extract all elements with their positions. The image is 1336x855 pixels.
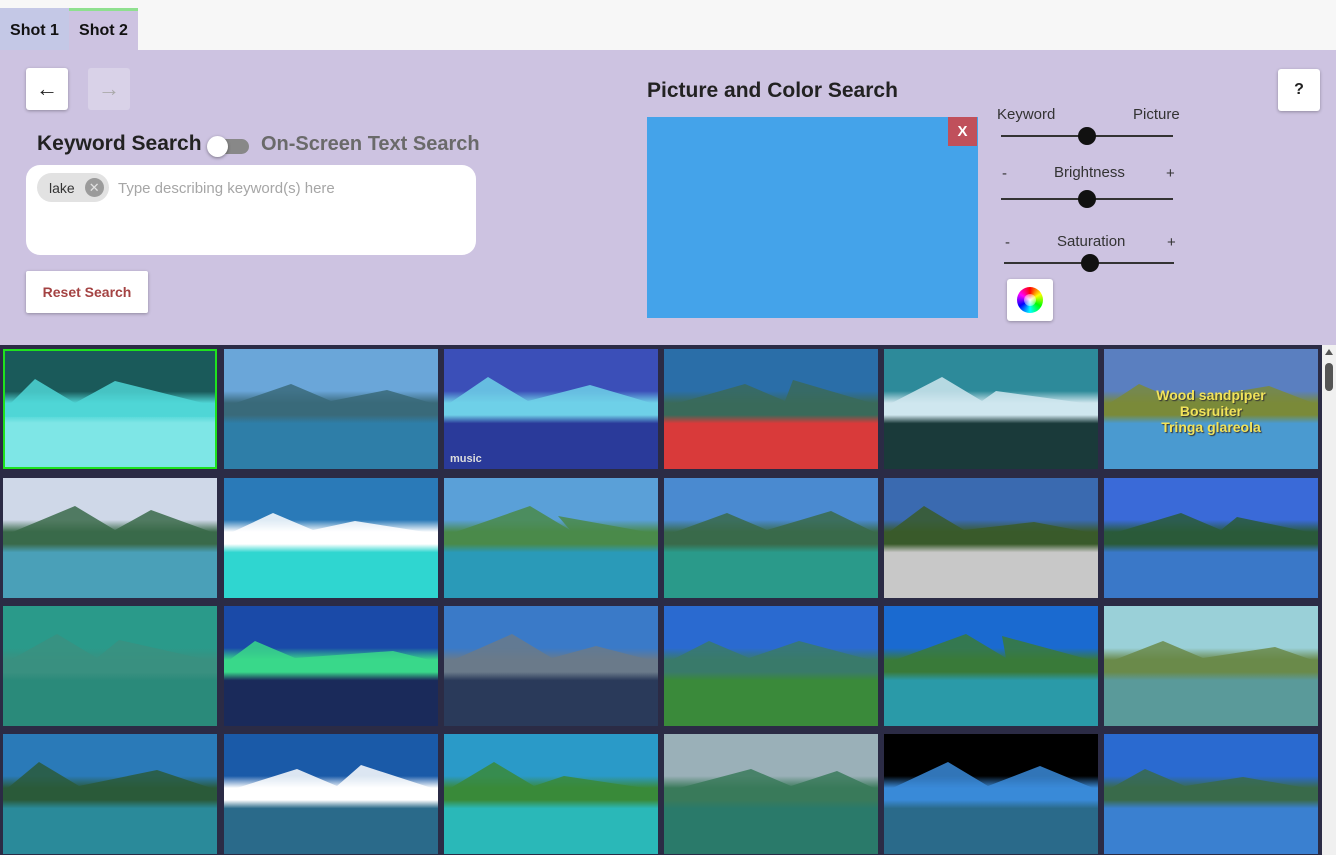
thumbnail-scene	[664, 641, 878, 672]
on-screen-text-search-title: On-Screen Text Search	[261, 133, 480, 155]
thumbnail-scene	[444, 762, 658, 800]
result-thumbnail[interactable]	[3, 478, 217, 598]
blend-slider-right-label: Picture	[1133, 106, 1180, 123]
arrow-right-icon: →	[98, 76, 120, 101]
result-thumbnail[interactable]	[444, 478, 658, 598]
thumbnail-scene	[444, 634, 658, 672]
thumbnail-scene	[224, 641, 438, 672]
keyword-input[interactable]	[116, 175, 460, 202]
result-thumbnail[interactable]	[1104, 478, 1318, 598]
tab-shot-2[interactable]: Shot 2	[69, 8, 138, 50]
result-thumbnail[interactable]	[3, 349, 217, 469]
result-thumbnail[interactable]: Wood sandpiper Bosruiter Tringa glareola	[1104, 349, 1318, 469]
result-thumbnail[interactable]	[1104, 606, 1318, 726]
brightness-plus-label: +	[1166, 165, 1175, 182]
thumbnail-scene	[884, 377, 1098, 415]
saturation-minus-label: -	[1005, 234, 1010, 251]
keyword-input-box[interactable]: lake ✕	[26, 165, 476, 255]
thumbnail-overlay-text: Wood sandpiper Bosruiter Tringa glareola	[1104, 387, 1318, 435]
result-thumbnail[interactable]	[664, 606, 878, 726]
brightness-minus-label: -	[1002, 165, 1007, 182]
clear-canvas-button[interactable]: X	[948, 117, 977, 146]
keyword-chip: lake ✕	[37, 173, 109, 202]
tab-shot-1[interactable]: Shot 1	[0, 8, 69, 50]
scroll-up-icon[interactable]	[1325, 349, 1333, 355]
result-thumbnail[interactable]	[1104, 734, 1318, 854]
color-sketch-canvas[interactable]	[647, 117, 978, 318]
brightness-slider-thumb[interactable]	[1078, 190, 1096, 208]
results-scrollbar[interactable]	[1322, 345, 1336, 855]
color-wheel-icon	[1017, 287, 1043, 313]
blend-slider-left-label: Keyword	[997, 106, 1056, 123]
thumbnail-scene	[3, 762, 217, 800]
shot-tab-bar: Shot 1 Shot 2	[0, 8, 1336, 50]
result-thumbnail[interactable]	[884, 606, 1098, 726]
thumbnail-scene	[3, 634, 217, 672]
thumbnail-scene	[5, 379, 215, 417]
back-button[interactable]: ←	[26, 68, 68, 110]
search-mode-toggle[interactable]	[207, 136, 249, 157]
search-panel: ← → Keyword Search On-Screen Text Search…	[0, 50, 1336, 345]
picture-color-search-title: Picture and Color Search	[647, 79, 898, 102]
thumbnail-scene	[884, 762, 1098, 800]
result-thumbnail[interactable]: music	[444, 349, 658, 469]
scrollbar-handle[interactable]	[1325, 363, 1333, 391]
overlay-line: music	[450, 453, 482, 465]
result-thumbnail[interactable]	[444, 734, 658, 854]
result-thumbnail[interactable]	[884, 734, 1098, 854]
remove-chip-icon[interactable]: ✕	[84, 178, 104, 197]
results-grid: music Wood sandpiper Bosruiter Tringa glare…	[0, 345, 1322, 855]
keyword-chip-label: lake	[49, 179, 75, 196]
thumbnail-scene	[224, 513, 438, 544]
brightness-label: Brightness	[1054, 164, 1125, 181]
result-thumbnail[interactable]	[884, 349, 1098, 469]
thumbnail-scene	[1104, 513, 1318, 544]
saturation-slider-thumb[interactable]	[1081, 254, 1099, 272]
result-thumbnail[interactable]	[3, 734, 217, 854]
thumbnail-scene	[3, 506, 217, 544]
result-thumbnail[interactable]	[664, 478, 878, 598]
blend-slider-thumb[interactable]	[1078, 127, 1096, 145]
forward-button[interactable]: →	[88, 68, 130, 110]
thumbnail-scene	[444, 377, 658, 415]
result-thumbnail[interactable]	[3, 606, 217, 726]
overlay-line: Tringa glareola	[1161, 419, 1261, 435]
overlay-line: Bosruiter	[1179, 403, 1243, 419]
overlay-line: Wood sandpiper	[1156, 387, 1266, 403]
arrow-left-icon: ←	[36, 76, 58, 101]
thumbnail-scene	[224, 384, 438, 415]
keyword-search-title: Keyword Search	[37, 132, 202, 155]
thumbnail-scene	[1104, 641, 1318, 672]
result-thumbnail[interactable]	[224, 349, 438, 469]
reset-search-button[interactable]: Reset Search	[26, 271, 148, 313]
result-thumbnail[interactable]	[884, 478, 1098, 598]
thumbnail-scene	[884, 634, 1098, 672]
result-thumbnail[interactable]	[664, 734, 878, 854]
thumbnail-scene	[664, 380, 878, 415]
thumbnail-scene	[224, 765, 438, 800]
saturation-label: Saturation	[1057, 233, 1126, 250]
thumbnail-scene	[444, 506, 658, 544]
saturation-plus-label: +	[1167, 234, 1176, 251]
thumbnail-scene	[884, 506, 1098, 544]
thumbnail-overlay-text: music	[444, 453, 658, 465]
toggle-knob	[207, 136, 228, 157]
thumbnail-scene	[1104, 769, 1318, 800]
result-thumbnail[interactable]	[664, 349, 878, 469]
help-button[interactable]: ?	[1278, 69, 1320, 111]
result-thumbnail[interactable]	[224, 734, 438, 854]
color-picker-button[interactable]	[1007, 279, 1053, 321]
thumbnail-scene	[664, 511, 878, 544]
result-thumbnail[interactable]	[224, 478, 438, 598]
result-thumbnail[interactable]	[224, 606, 438, 726]
result-thumbnail[interactable]	[444, 606, 658, 726]
thumbnail-scene	[664, 769, 878, 800]
